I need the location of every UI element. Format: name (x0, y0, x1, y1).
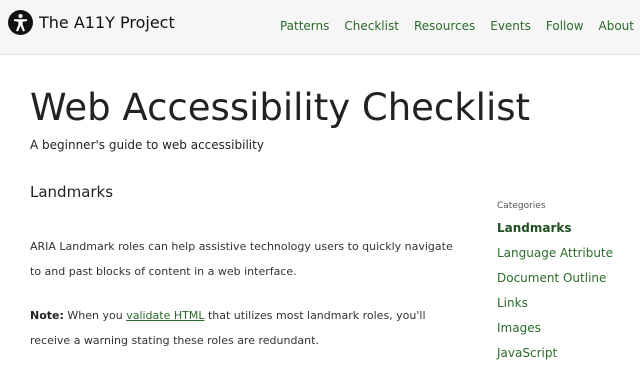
validate-html-link[interactable]: validate HTML (126, 309, 204, 322)
categories-label: Categories (497, 201, 546, 211)
sidebar-item-landmarks[interactable]: Landmarks (497, 216, 637, 241)
sidebar-item-images[interactable]: Images (497, 316, 637, 341)
nav-checklist[interactable]: Checklist (344, 19, 399, 33)
nav-resources[interactable]: Resources (414, 19, 475, 33)
page-subtitle: A beginner's guide to web accessibility (30, 138, 264, 152)
categories-sidebar: Categories Landmarks Language Attribute … (497, 201, 637, 366)
sidebar-item-document-outline[interactable]: Document Outline (497, 266, 637, 291)
page-title: Web Accessibility Checklist (30, 86, 531, 129)
note-text-before: When you (67, 309, 123, 322)
nav-events[interactable]: Events (490, 19, 531, 33)
sidebar-item-javascript[interactable]: JavaScript (497, 341, 637, 366)
main-nav: Patterns Checklist Resources Events Foll… (280, 19, 634, 33)
nav-about[interactable]: About (599, 19, 634, 33)
nav-follow[interactable]: Follow (546, 19, 584, 33)
site-name: The A11Y Project (39, 13, 175, 32)
nav-patterns[interactable]: Patterns (280, 19, 329, 33)
home-link[interactable]: The A11Y Project (8, 10, 175, 35)
sidebar-item-language-attribute[interactable]: Language Attribute (497, 241, 637, 266)
section-heading-landmarks: Landmarks (30, 183, 114, 201)
note-label: Note: (30, 309, 64, 322)
note-paragraph: Note: When you validate HTML that utiliz… (30, 303, 460, 353)
accessibility-person-icon (8, 10, 33, 35)
site-header: The A11Y Project Patterns Checklist Reso… (0, 0, 640, 55)
sidebar-item-links[interactable]: Links (497, 291, 637, 316)
landmarks-description: ARIA Landmark roles can help assistive t… (30, 240, 453, 278)
